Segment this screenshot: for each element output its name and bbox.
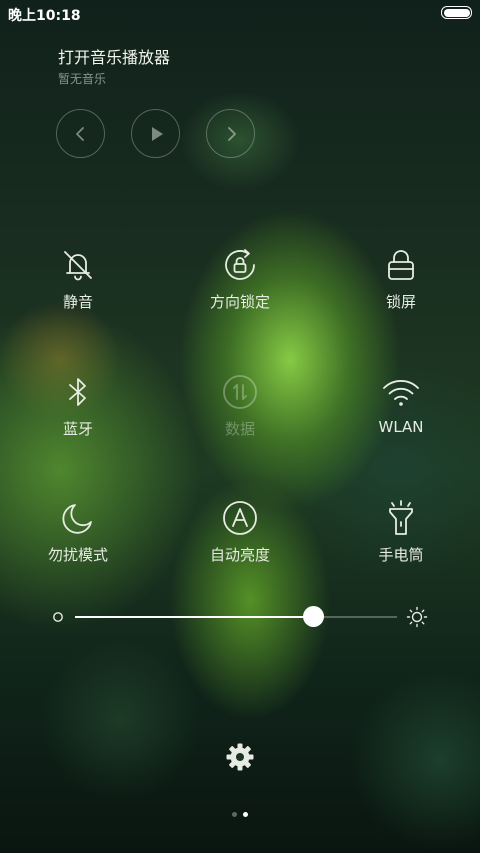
page-dot [232,812,237,817]
wifi-icon [381,372,421,412]
prev-icon [75,126,84,141]
toggle-flashlight[interactable]: 手电筒 [341,498,461,598]
music-player-title[interactable]: 打开音乐播放器 [58,44,170,68]
page-dot-active [243,812,248,817]
toggle-label: 勿扰模式 [47,546,108,564]
brightness-slider-thumb[interactable] [303,606,325,627]
toggle-label: 自动亮度 [209,546,270,564]
play-button[interactable] [131,109,180,158]
bell-off-icon [58,245,98,285]
play-icon [151,126,163,141]
brightness-high-icon [406,606,428,628]
toggle-label: 数据 [224,420,255,438]
toggle-lock-screen[interactable]: 锁屏 [341,245,461,345]
settings-button[interactable] [225,742,255,772]
moon-icon [58,498,98,538]
toggle-do-not-disturb[interactable]: 勿扰模式 [18,498,138,598]
next-icon [227,126,236,141]
previous-button[interactable] [56,109,105,158]
toggle-label: 静音 [62,293,93,311]
toggle-label: 手电筒 [378,546,424,564]
bluetooth-icon [58,372,98,412]
rotation-lock-icon [220,245,260,285]
brightness-low-icon [53,612,63,622]
toggle-label: 蓝牙 [62,420,93,438]
toggle-label: WLAN [378,418,424,436]
brightness-control [0,600,480,634]
toggle-silent[interactable]: 静音 [18,245,138,345]
flashlight-icon [381,498,421,538]
toggle-auto-brightness[interactable]: 自动亮度 [180,498,300,598]
status-time: 晚上10:18 [8,8,81,24]
gear-icon [226,743,254,771]
music-player-subtitle: 暂无音乐 [58,72,107,86]
control-center: 晚上10:18 打开音乐播放器 暂无音乐 静音 方向锁定 锁屏 蓝牙 数据 WL… [0,0,480,853]
battery-full-icon [441,6,472,19]
toggle-bluetooth[interactable]: 蓝牙 [18,372,138,472]
brightness-slider-fill [75,616,314,618]
toggle-mobile-data[interactable]: 数据 [180,372,300,472]
auto-brightness-icon [220,498,260,538]
toggle-label: 锁屏 [385,293,416,311]
toggle-label: 方向锁定 [209,293,270,311]
brightness-slider[interactable] [75,616,397,618]
next-button[interactable] [206,109,255,158]
toggle-rotation-lock[interactable]: 方向锁定 [180,245,300,345]
lock-icon [381,245,421,285]
data-icon [220,372,260,412]
toggle-wlan[interactable]: WLAN [341,372,461,472]
page-indicator [0,812,480,817]
status-bar: 晚上10:18 [0,0,480,28]
